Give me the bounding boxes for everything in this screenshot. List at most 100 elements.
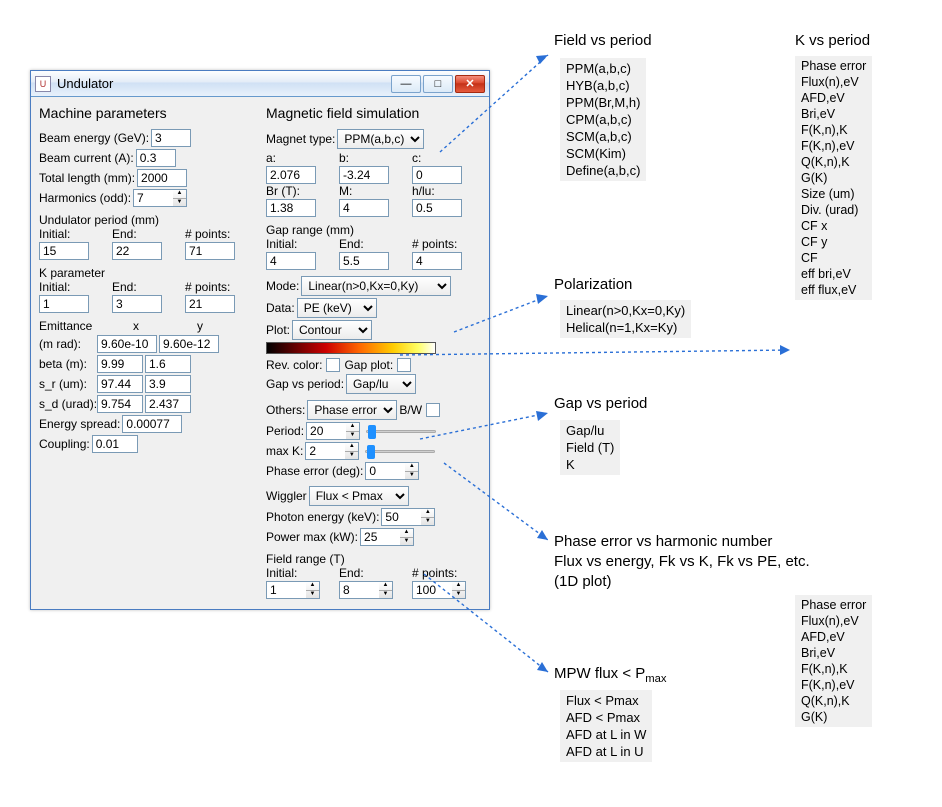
maxk-input[interactable] [305, 442, 345, 460]
list-item[interactable]: F(K,n),K [801, 661, 866, 677]
list-item[interactable]: eff bri,eV [801, 266, 866, 282]
list-item[interactable]: AFD at L in U [566, 743, 646, 760]
power-max-input[interactable] [360, 528, 400, 546]
magnet-type-select[interactable]: PPM(a,b,c) [337, 129, 424, 149]
list-item[interactable]: Define(a,b,c) [566, 162, 640, 179]
harmonics-stepper[interactable]: ▲▼ [173, 189, 187, 207]
list-item[interactable]: Field (T) [566, 439, 614, 456]
hlu-input[interactable] [412, 199, 462, 217]
maximize-button[interactable]: □ [423, 75, 453, 93]
list-item[interactable]: Phase error [801, 597, 866, 613]
coupling-input[interactable] [92, 435, 138, 453]
list-item[interactable]: PPM(a,b,c) [566, 60, 640, 77]
list-item[interactable]: G(K) [801, 170, 866, 186]
list-item[interactable]: Bri,eV [801, 645, 866, 661]
period-input[interactable] [306, 422, 346, 440]
emit-y-input[interactable] [159, 335, 219, 353]
bw-checkbox[interactable] [426, 403, 440, 417]
minimize-button[interactable]: — [391, 75, 421, 93]
gap-end-input[interactable] [339, 252, 389, 270]
list-item[interactable]: CF x [801, 218, 866, 234]
gap-initial-input[interactable] [266, 252, 316, 270]
gapplot-checkbox[interactable] [397, 358, 411, 372]
plot-select[interactable]: Contour [292, 320, 372, 340]
k-end-input[interactable] [112, 295, 162, 313]
list-item[interactable]: Flux(n),eV [801, 74, 866, 90]
list-item[interactable]: AFD at L in W [566, 726, 646, 743]
others-select[interactable]: Phase error [307, 400, 397, 420]
list-item[interactable]: Phase error [801, 58, 866, 74]
espread-input[interactable] [122, 415, 182, 433]
beta-y-input[interactable] [145, 355, 191, 373]
gap-vs-period-select[interactable]: Gap/lu [346, 374, 416, 394]
maxk-slider[interactable] [365, 444, 435, 458]
phase-error-stepper[interactable]: ▲▼ [405, 462, 419, 480]
emit-x-input[interactable] [97, 335, 157, 353]
list-item[interactable]: SCM(Kim) [566, 145, 640, 162]
a-input[interactable] [266, 166, 316, 184]
fr-initial-input[interactable] [266, 581, 306, 599]
list-item[interactable]: Flux < Pmax [566, 692, 646, 709]
list-item[interactable]: Gap/lu [566, 422, 614, 439]
fr-end-input[interactable] [339, 581, 379, 599]
period-slider[interactable] [366, 424, 436, 438]
sr-x-input[interactable] [97, 375, 143, 393]
list-item[interactable]: CF [801, 250, 866, 266]
close-button[interactable]: ✕ [455, 75, 485, 93]
sr-y-input[interactable] [145, 375, 191, 393]
period-stepper[interactable]: ▲▼ [346, 422, 360, 440]
mode-select[interactable]: Linear(n>0,Kx=0,Ky) [301, 276, 451, 296]
k-points-input[interactable] [185, 295, 235, 313]
list-item[interactable]: F(K,n),eV [801, 138, 866, 154]
wiggler-select[interactable]: Flux < Pmax [309, 486, 409, 506]
list-item[interactable]: CF y [801, 234, 866, 250]
list-item[interactable]: Linear(n>0,Kx=0,Ky) [566, 302, 685, 319]
fr-points-stepper[interactable]: ▲▼ [452, 581, 466, 599]
list-item[interactable]: K [566, 456, 614, 473]
list-item[interactable]: HYB(a,b,c) [566, 77, 640, 94]
b-input[interactable] [339, 166, 389, 184]
und-period-initial-input[interactable] [39, 242, 89, 260]
c-input[interactable] [412, 166, 462, 184]
list-item[interactable]: Helical(n=1,Kx=Ky) [566, 319, 685, 336]
list-item[interactable]: Size (um) [801, 186, 866, 202]
list-item[interactable]: PPM(Br,M,h) [566, 94, 640, 111]
list-item[interactable]: Div. (urad) [801, 202, 866, 218]
maxk-stepper[interactable]: ▲▼ [345, 442, 359, 460]
fr-initial-stepper[interactable]: ▲▼ [306, 581, 320, 599]
total-length-input[interactable] [137, 169, 187, 187]
data-select[interactable]: PE (keV) [297, 298, 377, 318]
list-item[interactable]: AFD,eV [801, 629, 866, 645]
gap-points-input[interactable] [412, 252, 462, 270]
sd-x-input[interactable] [97, 395, 143, 413]
harmonics-input[interactable] [133, 189, 173, 207]
list-item[interactable]: AFD < Pmax [566, 709, 646, 726]
revcolor-checkbox[interactable] [326, 358, 340, 372]
fr-end-stepper[interactable]: ▲▼ [379, 581, 393, 599]
photon-energy-input[interactable] [381, 508, 421, 526]
k-initial-input[interactable] [39, 295, 89, 313]
list-item[interactable]: CPM(a,b,c) [566, 111, 640, 128]
list-item[interactable]: Q(K,n),K [801, 693, 866, 709]
list-item[interactable]: Q(K,n),K [801, 154, 866, 170]
list-item[interactable]: eff flux,eV [801, 282, 866, 298]
sd-y-input[interactable] [145, 395, 191, 413]
list-item[interactable]: F(K,n),eV [801, 677, 866, 693]
phase-error-input[interactable] [365, 462, 405, 480]
list-item[interactable]: SCM(a,b,c) [566, 128, 640, 145]
und-period-points-input[interactable] [185, 242, 235, 260]
list-item[interactable]: G(K) [801, 709, 866, 725]
m-input[interactable] [339, 199, 389, 217]
power-max-stepper[interactable]: ▲▼ [400, 528, 414, 546]
list-item[interactable]: F(K,n),K [801, 122, 866, 138]
fr-points-input[interactable] [412, 581, 452, 599]
beam-current-input[interactable] [136, 149, 176, 167]
und-period-end-input[interactable] [112, 242, 162, 260]
beam-energy-input[interactable] [151, 129, 191, 147]
beta-x-input[interactable] [97, 355, 143, 373]
list-item[interactable]: Flux(n),eV [801, 613, 866, 629]
list-item[interactable]: Bri,eV [801, 106, 866, 122]
br-input[interactable] [266, 199, 316, 217]
list-item[interactable]: AFD,eV [801, 90, 866, 106]
photon-energy-stepper[interactable]: ▲▼ [421, 508, 435, 526]
